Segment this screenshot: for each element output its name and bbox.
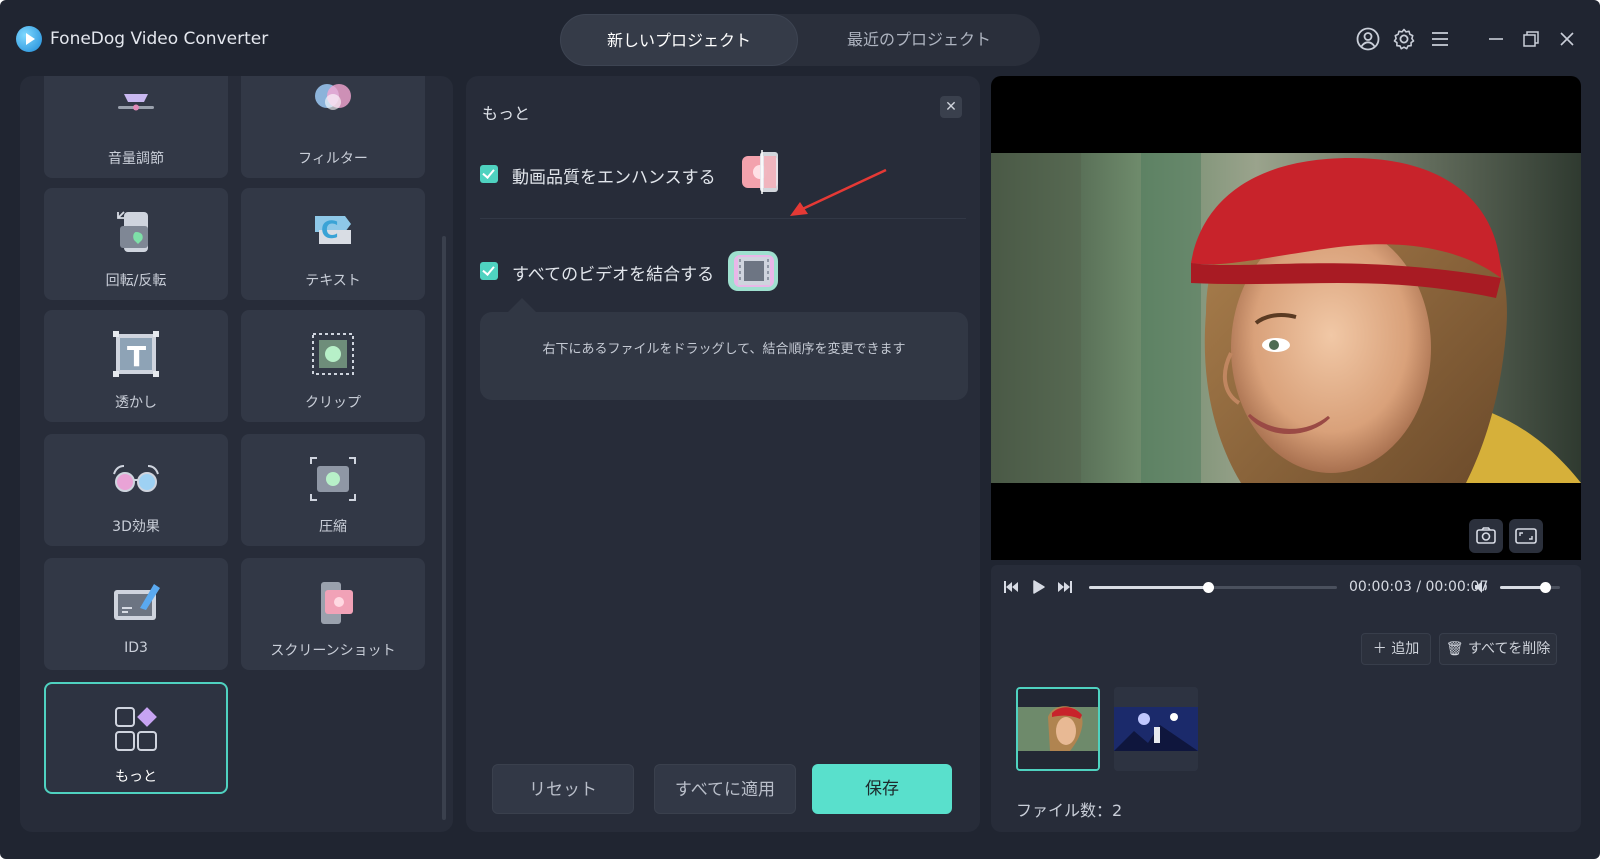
file-list-panel: ＋ 追加 🗑 すべてを削除 ファイル数：2 xyxy=(991,603,1581,832)
volume-speaker-icon[interactable] xyxy=(1472,577,1492,597)
tool-label: スクリーンショット xyxy=(270,643,396,659)
fullscreen-button[interactable] xyxy=(1509,519,1543,553)
clip-icon xyxy=(312,333,354,375)
enhance-quality-label: 動画品質をエンハンスする xyxy=(512,168,716,188)
plus-icon: ＋ xyxy=(1372,641,1387,657)
time-display: 00:00:03 / 00:00:07 xyxy=(1349,579,1489,595)
project-tabs: 新しいプロジェクト 最近のプロジェクト xyxy=(560,14,1040,66)
panel-title: もっと xyxy=(482,104,531,123)
user-account-icon[interactable] xyxy=(1355,26,1381,52)
add-file-button[interactable]: ＋ 追加 xyxy=(1361,633,1431,665)
tool-label: 音量調節 xyxy=(108,151,164,167)
fullscreen-icon xyxy=(1515,528,1537,544)
tool-clip[interactable]: クリップ xyxy=(241,310,425,422)
tool-text[interactable]: C テキスト xyxy=(241,188,425,300)
tool-label: 圧縮 xyxy=(319,519,347,535)
tool-compress[interactable]: 圧縮 xyxy=(241,434,425,546)
close-panel-button[interactable]: ✕ xyxy=(940,96,962,118)
tool-label: テキスト xyxy=(305,273,361,289)
delete-all-label: すべてを削除 xyxy=(1468,641,1551,657)
video-thumbnail-concert xyxy=(1114,687,1198,771)
svg-text:C: C xyxy=(321,216,339,244)
tool-label: 透かし xyxy=(115,395,157,411)
progress-fill xyxy=(1089,586,1208,589)
app-window: FoneDog Video Converter 新しいプロジェクト 最近のプロジ… xyxy=(0,0,1600,859)
tool-label: 回転/反転 xyxy=(105,273,167,289)
merge-videos-icon xyxy=(728,251,778,291)
id3-icon xyxy=(114,584,160,620)
tool-label: クリップ xyxy=(305,395,361,411)
volume-fill xyxy=(1500,586,1545,589)
snapshot-button[interactable] xyxy=(1469,519,1503,553)
rotate-icon xyxy=(117,211,148,252)
pointer-arrow-icon xyxy=(790,168,887,216)
filter-icon xyxy=(315,84,351,110)
title-bar: FoneDog Video Converter 新しいプロジェクト 最近のプロジ… xyxy=(0,0,1600,78)
3d-glasses-icon xyxy=(113,465,159,492)
trash-icon: 🗑 xyxy=(1445,641,1464,657)
volume-knob[interactable] xyxy=(1540,582,1551,593)
tool-watermark[interactable]: T 透かし xyxy=(44,310,228,422)
tool-filter[interactable]: フィルター xyxy=(241,76,425,178)
merge-videos-label: すべてのビデオを結合する xyxy=(512,265,715,285)
minimize-icon[interactable] xyxy=(1483,26,1509,52)
skip-forward-icon[interactable] xyxy=(1055,577,1075,597)
text-icon: C xyxy=(315,216,351,244)
tool-more[interactable]: もっと xyxy=(44,682,228,794)
restore-window-icon[interactable] xyxy=(1518,26,1544,52)
video-preview xyxy=(991,76,1581,560)
file-thumbnail[interactable] xyxy=(1114,687,1198,771)
preview-frame xyxy=(991,153,1581,483)
tooltip-text: 右下にあるファイルをドラッグして、結合順序を変更できます xyxy=(542,342,906,357)
tool-label: フィルター xyxy=(298,151,368,167)
tools-panel: 音量調節 フィルター 回転/反転 C テキスト T 透かし クリップ 3D効果 xyxy=(20,76,453,832)
volume-track[interactable] xyxy=(1500,582,1560,593)
skip-back-icon[interactable] xyxy=(1001,577,1021,597)
app-title: FoneDog Video Converter xyxy=(50,29,269,49)
compress-icon xyxy=(310,457,356,501)
close-window-icon[interactable] xyxy=(1554,26,1580,52)
progress-knob[interactable] xyxy=(1203,582,1214,593)
settings-gear-icon[interactable] xyxy=(1391,26,1417,52)
add-label: 追加 xyxy=(1391,641,1420,657)
camera-icon xyxy=(1476,527,1496,544)
tool-3d[interactable]: 3D効果 xyxy=(44,434,228,546)
app-logo-icon xyxy=(16,26,42,52)
enhance-quality-checkbox[interactable] xyxy=(480,165,498,183)
option-divider xyxy=(480,218,966,219)
merge-order-tooltip: 右下にあるファイルをドラッグして、結合順序を変更できます xyxy=(480,298,968,400)
delete-all-button[interactable]: 🗑 すべてを削除 xyxy=(1439,633,1557,665)
tab-recent-projects[interactable]: 最近のプロジェクト xyxy=(798,14,1040,66)
tool-volume[interactable]: 音量調節 xyxy=(44,76,228,178)
apply-all-button[interactable]: すべてに適用 xyxy=(654,764,796,814)
tools-scrollbar[interactable] xyxy=(442,236,446,820)
enhance-quality-icon xyxy=(742,150,778,194)
screenshot-icon xyxy=(321,582,353,624)
volume-icon xyxy=(118,94,154,111)
watermark-icon: T xyxy=(113,331,159,377)
svg-text:T: T xyxy=(127,340,146,373)
tab-new-project[interactable]: 新しいプロジェクト xyxy=(560,14,798,66)
tool-label: ID3 xyxy=(124,640,148,656)
tool-label: 3D効果 xyxy=(112,519,160,535)
tool-screenshot[interactable]: スクリーンショット xyxy=(241,558,425,670)
more-settings-panel: もっと ✕ 動画品質をエンハンスする すべてのビデオを結合する 右下にあるファイ… xyxy=(466,76,980,832)
reset-button[interactable]: リセット xyxy=(492,764,634,814)
file-thumbnail[interactable] xyxy=(1016,687,1100,771)
progress-track[interactable] xyxy=(1089,582,1337,593)
tool-id3[interactable]: ID3 xyxy=(44,558,228,670)
play-icon[interactable] xyxy=(1028,577,1048,597)
tool-rotate[interactable]: 回転/反転 xyxy=(44,188,228,300)
more-icon xyxy=(115,707,157,751)
menu-icon[interactable] xyxy=(1427,26,1453,52)
tool-label: もっと xyxy=(115,769,157,785)
video-thumbnail-woman xyxy=(1018,689,1098,769)
save-button[interactable]: 保存 xyxy=(812,764,952,814)
merge-videos-checkbox[interactable] xyxy=(480,262,498,280)
file-count: ファイル数：2 xyxy=(1016,801,1123,820)
